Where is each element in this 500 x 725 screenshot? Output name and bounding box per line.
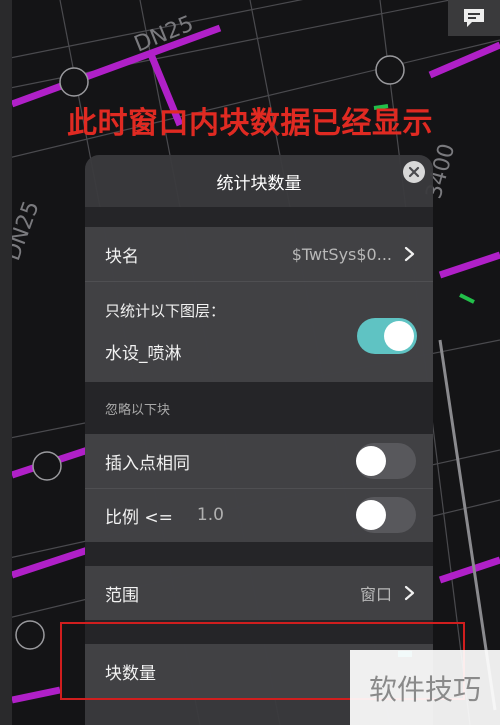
layer-name: 水设_喷淋	[105, 344, 182, 364]
watermark: 软件技巧	[350, 650, 500, 725]
scale-row: 比例 <= 1.0	[85, 488, 433, 542]
chevron-right-icon	[404, 585, 415, 601]
annotation-caption: 此时窗口内块数据已经显示	[67, 106, 433, 141]
section-gap	[85, 207, 433, 227]
range-label: 范围	[105, 585, 139, 606]
layer-filter-toggle[interactable]	[357, 318, 417, 354]
toggle-knob	[356, 446, 386, 476]
block-name-label: 块名	[105, 246, 139, 267]
range-value: 窗口	[359, 585, 392, 604]
layer-filter-caption: 只统计以下图层：	[105, 302, 226, 320]
scale-toggle[interactable]	[356, 497, 416, 533]
same-insert-point-label: 插入点相同	[105, 453, 190, 474]
toggle-knob	[356, 500, 386, 530]
same-insert-point-toggle[interactable]	[356, 443, 416, 479]
toggle-knob	[384, 321, 414, 351]
same-insert-point-row: 插入点相同	[85, 434, 433, 488]
layer-filter-row: 只统计以下图层： 水设_喷淋	[85, 281, 433, 382]
dialog-title: 统计块数量	[216, 173, 302, 194]
close-icon	[408, 166, 420, 178]
chevron-right-icon	[404, 246, 415, 262]
scale-label: 比例 <=	[105, 507, 173, 528]
dialog-header: 统计块数量	[85, 155, 433, 207]
block-name-row[interactable]: 块名 $TwtSys$0...	[85, 227, 433, 281]
scale-value-input[interactable]: 1.0	[197, 505, 224, 525]
range-row[interactable]: 范围 窗口	[85, 566, 433, 620]
ignore-section-heading: 忽略以下块	[85, 382, 433, 434]
chat-button[interactable]	[448, 0, 500, 36]
chat-icon	[464, 9, 484, 27]
section-gap	[85, 542, 433, 566]
block-name-value: $TwtSys$0...	[291, 244, 392, 264]
close-button[interactable]	[403, 161, 425, 183]
